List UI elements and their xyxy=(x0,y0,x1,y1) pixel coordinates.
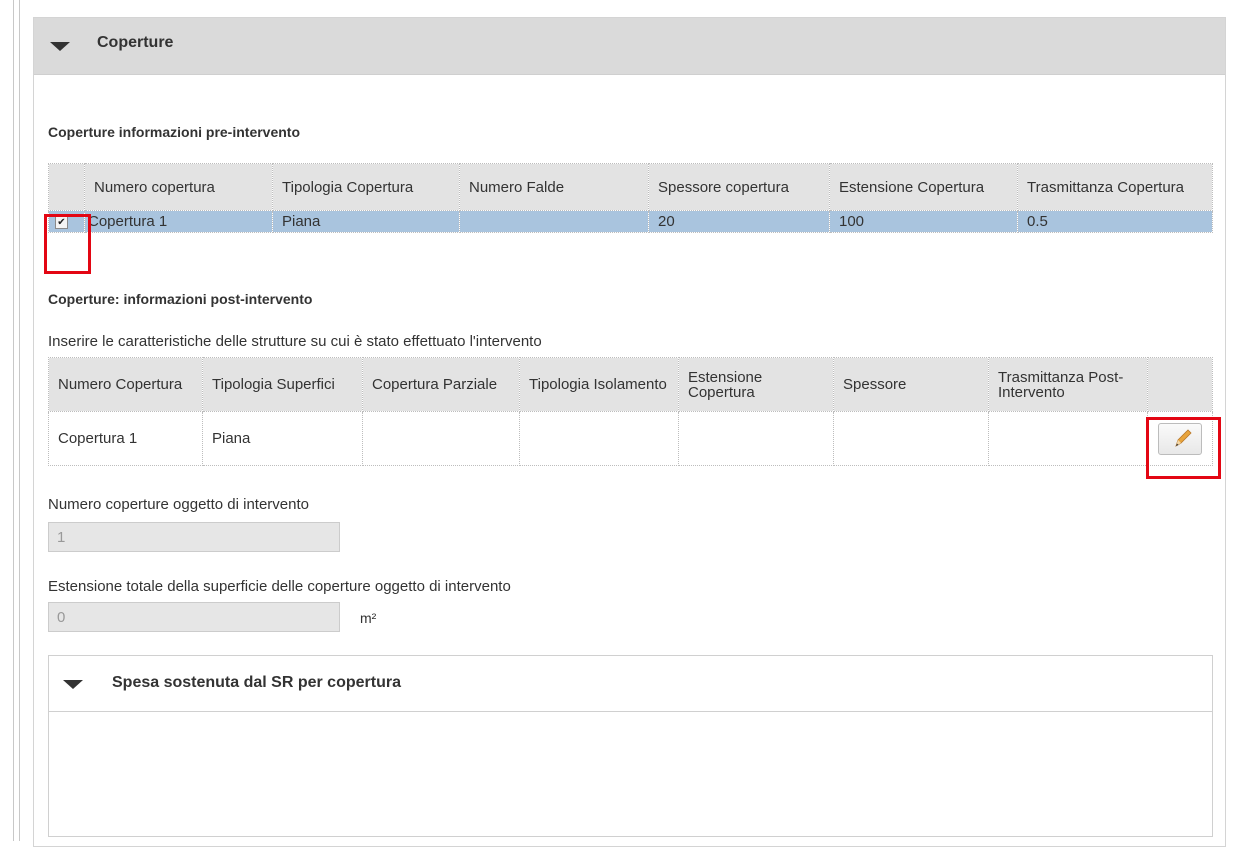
col-tipologia-superfici[interactable]: Tipologia Superfici xyxy=(202,357,363,412)
col-estensione-copertura[interactable]: Estensione Copertura xyxy=(678,357,834,412)
spesa-subpanel: Spesa sostenuta dal SR per copertura xyxy=(48,655,1213,837)
col-estensione-copertura[interactable]: Estensione Copertura xyxy=(829,163,1018,211)
col-numero-copertura[interactable]: Numero copertura xyxy=(84,163,273,211)
cell-numero: Copertura 1 xyxy=(84,210,273,233)
pre-intervento-table: Numero copertura Tipologia Copertura Num… xyxy=(48,163,1213,233)
cell-isolamento xyxy=(519,411,679,466)
pre-intervento-title: Coperture informazioni pre-intervento xyxy=(48,124,301,140)
spesa-subpanel-title: Spesa sostenuta dal SR per copertura xyxy=(112,674,401,691)
col-spessore[interactable]: Spessore xyxy=(833,357,989,412)
col-trasmittanza-copertura[interactable]: Trasmittanza Copertura xyxy=(1017,163,1213,211)
cell-falde xyxy=(459,210,649,233)
collapse-triangle-icon[interactable] xyxy=(63,680,83,689)
col-copertura-parziale[interactable]: Copertura Parziale xyxy=(362,357,520,412)
table-row[interactable]: ✔ Copertura 1 Piana 20 100 0.5 xyxy=(48,210,1213,233)
post-intervento-instructions: Inserire le caratteristiche delle strutt… xyxy=(48,333,542,350)
unit-label: m² xyxy=(360,610,377,626)
col-numero-copertura[interactable]: Numero Copertura xyxy=(48,357,203,412)
col-actions xyxy=(1147,357,1213,412)
cell-trasmittanza: 0.5 xyxy=(1017,210,1213,233)
coperture-panel-header[interactable]: Coperture xyxy=(34,18,1225,75)
checkbox-highlight-box xyxy=(44,214,91,274)
cell-numero: Copertura 1 xyxy=(48,411,203,466)
cell-tipologia: Piana xyxy=(202,411,363,466)
numero-coperture-field[interactable]: 1 xyxy=(48,522,340,552)
cell-trasmittanza xyxy=(988,411,1148,466)
spesa-subpanel-header[interactable]: Spesa sostenuta dal SR per copertura xyxy=(49,656,1212,712)
col-spessore-copertura[interactable]: Spessore copertura xyxy=(648,163,830,211)
table-row: Copertura 1 Piana xyxy=(48,411,1213,466)
cell-parziale xyxy=(362,411,520,466)
cell-estensione xyxy=(678,411,834,466)
col-numero-falde[interactable]: Numero Falde xyxy=(459,163,649,211)
cell-spessore: 20 xyxy=(648,210,830,233)
cell-spessore xyxy=(833,411,989,466)
col-tipologia-copertura[interactable]: Tipologia Copertura xyxy=(272,163,460,211)
post-intervento-table: Numero Copertura Tipologia Superfici Cop… xyxy=(48,357,1213,466)
post-intervento-title: Coperture: informazioni post-intervento xyxy=(48,291,313,307)
numero-coperture-label: Numero coperture oggetto di intervento xyxy=(48,496,309,513)
select-column-header xyxy=(48,163,85,211)
estensione-totale-field[interactable]: 0 xyxy=(48,602,340,632)
left-border-line xyxy=(13,0,14,841)
panel-title: Coperture xyxy=(97,34,174,51)
col-tipologia-isolamento[interactable]: Tipologia Isolamento xyxy=(519,357,679,412)
cell-tipologia: Piana xyxy=(272,210,460,233)
edit-button-highlight-box xyxy=(1146,417,1221,479)
left-border-line-2 xyxy=(19,0,20,841)
estensione-totale-label: Estensione totale della superficie delle… xyxy=(48,578,511,595)
cell-estensione: 100 xyxy=(829,210,1018,233)
col-trasmittanza-post[interactable]: Trasmittanza Post-Intervento xyxy=(988,357,1148,412)
collapse-triangle-icon[interactable] xyxy=(50,42,70,51)
